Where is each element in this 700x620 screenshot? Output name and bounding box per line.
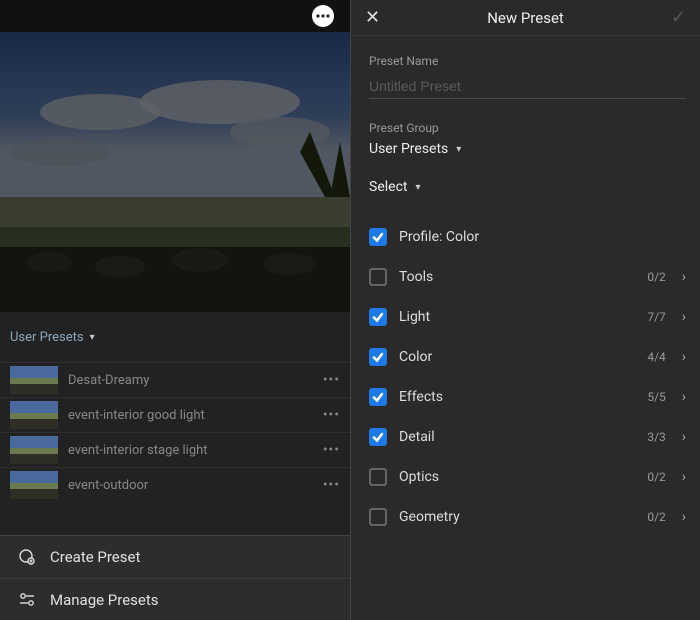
panel-header: ✕ New Preset ✓	[351, 0, 700, 36]
setting-checkbox[interactable]	[369, 228, 387, 246]
setting-checkbox[interactable]	[369, 268, 387, 286]
setting-row: Profile: Color	[369, 217, 686, 257]
confirm-icon[interactable]: ✓	[671, 7, 686, 28]
setting-label: Tools	[399, 269, 635, 285]
panel-title: New Preset	[487, 9, 564, 27]
setting-row: Detail 3/3 ›	[369, 417, 686, 457]
setting-row: Effects 5/5 ›	[369, 377, 686, 417]
setting-checkbox[interactable]	[369, 348, 387, 366]
setting-checkbox[interactable]	[369, 388, 387, 406]
chevron-right-icon[interactable]: ›	[682, 349, 686, 365]
setting-count: 3/3	[647, 430, 665, 444]
preset-group-field-label: Preset Group	[369, 121, 686, 135]
setting-checkbox[interactable]	[369, 508, 387, 526]
preset-thumbnail	[10, 471, 58, 499]
setting-count: 0/2	[647, 510, 665, 524]
preset-group-select[interactable]: User Presets ▾	[369, 141, 686, 157]
chevron-right-icon[interactable]: ›	[682, 429, 686, 445]
setting-label: Effects	[399, 389, 635, 405]
setting-count: 7/7	[647, 310, 665, 324]
preset-item-label: event-interior stage light	[68, 443, 313, 458]
preset-item-more-icon[interactable]: •••	[323, 372, 340, 388]
setting-count: 0/2	[647, 470, 665, 484]
setting-label: Detail	[399, 429, 635, 445]
more-menu-icon[interactable]	[312, 5, 334, 27]
preset-thumbnail	[10, 366, 58, 394]
preset-item-label: event-outdoor	[68, 478, 313, 493]
setting-label: Profile: Color	[399, 229, 686, 245]
setting-checkbox[interactable]	[369, 428, 387, 446]
preset-item[interactable]: Desat-Dreamy •••	[0, 362, 350, 397]
left-topbar	[0, 0, 350, 32]
preset-name-input[interactable]	[369, 74, 686, 99]
setting-label: Optics	[399, 469, 635, 485]
setting-row: Light 7/7 ›	[369, 297, 686, 337]
image-preview	[0, 32, 350, 312]
create-preset-icon	[18, 548, 36, 566]
preset-list-panel: User Presets ▾ Desat-Dreamy•••event-inte…	[0, 0, 350, 620]
setting-count: 5/5	[647, 390, 665, 404]
close-icon[interactable]: ✕	[365, 7, 380, 28]
preset-name-label: Preset Name	[369, 54, 686, 68]
preset-item[interactable]: event-interior good light •••	[0, 397, 350, 432]
preset-group-label: User Presets	[10, 330, 84, 345]
preset-action-popup: Create Preset Manage Presets	[0, 535, 350, 620]
chevron-right-icon[interactable]: ›	[682, 269, 686, 285]
preset-item-label: event-interior good light	[68, 408, 313, 423]
create-preset-button[interactable]: Create Preset	[0, 536, 350, 578]
chevron-right-icon[interactable]: ›	[682, 469, 686, 485]
preset-item-more-icon[interactable]: •••	[323, 477, 340, 493]
preset-thumbnail	[10, 401, 58, 429]
setting-label: Light	[399, 309, 635, 325]
setting-row: Tools 0/2 ›	[369, 257, 686, 297]
preset-item-label: Desat-Dreamy	[68, 373, 313, 388]
setting-count: 0/2	[647, 270, 665, 284]
chevron-down-icon: ▾	[415, 182, 420, 193]
preset-group-value: User Presets	[369, 141, 448, 157]
preset-thumbnail	[10, 436, 58, 464]
chevron-right-icon[interactable]: ›	[682, 509, 686, 525]
manage-presets-button[interactable]: Manage Presets	[0, 578, 350, 620]
setting-label: Color	[399, 349, 635, 365]
manage-presets-label: Manage Presets	[50, 591, 159, 609]
preset-item[interactable]: event-outdoor •••	[0, 467, 350, 502]
create-preset-label: Create Preset	[50, 548, 140, 566]
new-preset-panel: ✕ New Preset ✓ Preset Name Preset Group …	[350, 0, 700, 620]
manage-presets-icon	[18, 591, 36, 609]
setting-count: 4/4	[647, 350, 665, 364]
setting-row: Color 4/4 ›	[369, 337, 686, 377]
select-all-dropdown[interactable]: Select ▾	[369, 179, 686, 195]
setting-label: Geometry	[399, 509, 635, 525]
preset-group-dropdown[interactable]: User Presets ▾	[10, 330, 95, 345]
preset-item[interactable]: event-interior stage light •••	[0, 432, 350, 467]
preset-list: User Presets ▾ Desat-Dreamy•••event-inte…	[0, 312, 350, 620]
setting-checkbox[interactable]	[369, 468, 387, 486]
chevron-right-icon[interactable]: ›	[682, 389, 686, 405]
preset-item-more-icon[interactable]: •••	[323, 407, 340, 423]
chevron-down-icon: ▾	[456, 144, 461, 155]
setting-checkbox[interactable]	[369, 308, 387, 326]
chevron-down-icon: ▾	[90, 332, 95, 343]
setting-row: Geometry 0/2 ›	[369, 497, 686, 537]
select-dropdown-label: Select	[369, 179, 407, 195]
preset-item-more-icon[interactable]: •••	[323, 442, 340, 458]
chevron-right-icon[interactable]: ›	[682, 309, 686, 325]
setting-row: Optics 0/2 ›	[369, 457, 686, 497]
